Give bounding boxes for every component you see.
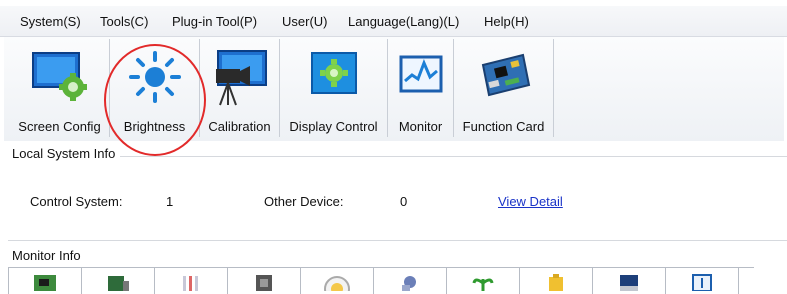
menu-plugin-tool[interactable]: Plug-in Tool(P) (172, 14, 257, 29)
gauge-icon (324, 273, 350, 294)
monitor-item-receiver[interactable] (82, 268, 155, 294)
cabinet-icon (689, 273, 715, 294)
monitor-item-gauge[interactable] (301, 268, 374, 294)
monitor-item-chip[interactable] (228, 268, 301, 294)
menu-language[interactable]: Language(Lang)(L) (348, 14, 459, 29)
display-control-label: Display Control (289, 119, 378, 134)
view-detail-link[interactable]: View Detail (498, 194, 563, 209)
menu-bar: System(S) Tools(C) Plug-in Tool(P) User(… (0, 6, 787, 37)
monitor-item-display[interactable] (593, 268, 666, 294)
calibration-label: Calibration (208, 119, 271, 134)
function-card-button[interactable]: Function Card (454, 39, 554, 137)
plant-icon (470, 273, 496, 294)
monitor-info-title: Monitor Info (12, 248, 81, 263)
section-divider (120, 156, 787, 157)
monitor-item-power[interactable] (155, 268, 228, 294)
control-system-value: 1 (166, 194, 174, 209)
menu-system[interactable]: System(S) (20, 14, 81, 29)
menu-user[interactable]: User(U) (282, 14, 328, 29)
brightness-button[interactable]: Brightness (110, 39, 200, 137)
display-control-button[interactable]: Display Control (280, 39, 388, 137)
function-card-icon (475, 49, 533, 104)
monitor-item-board[interactable] (9, 268, 82, 294)
monitor-icon (398, 49, 444, 104)
control-system-label: Control System: (30, 194, 123, 209)
section-divider (8, 240, 787, 241)
power-supply-icon (178, 273, 204, 294)
other-device-label: Other Device: (264, 194, 344, 209)
monitor-button[interactable]: Monitor (388, 39, 454, 137)
toolbar: Screen Config Brightness Calibration Dis… (4, 37, 784, 141)
battery-icon (543, 273, 569, 294)
monitor-item-fan[interactable] (374, 268, 447, 294)
calibration-icon (210, 49, 270, 110)
display-icon (616, 273, 642, 294)
receiving-card-icon (105, 273, 131, 294)
function-card-label: Function Card (462, 119, 545, 134)
chip-icon (251, 273, 277, 294)
screen-config-icon (29, 49, 91, 104)
calibration-button[interactable]: Calibration (200, 39, 280, 137)
monitor-item-battery[interactable] (520, 268, 593, 294)
screen-config-button[interactable]: Screen Config (10, 39, 110, 137)
display-control-icon (308, 49, 360, 104)
monitor-label: Monitor (398, 119, 443, 134)
brightness-icon (127, 49, 183, 108)
menu-tools[interactable]: Tools(C) (100, 14, 148, 29)
screen-config-label: Screen Config (18, 119, 101, 134)
monitor-item-cabinet[interactable] (666, 268, 739, 294)
monitor-item-environment[interactable] (447, 268, 520, 294)
fan-icon (397, 273, 423, 294)
other-device-value: 0 (400, 194, 408, 209)
monitor-info-strip (8, 267, 754, 294)
menu-help[interactable]: Help(H) (484, 14, 529, 29)
local-system-info-title: Local System Info (12, 146, 116, 161)
brightness-label: Brightness (123, 119, 186, 134)
circuit-board-icon (32, 273, 58, 294)
